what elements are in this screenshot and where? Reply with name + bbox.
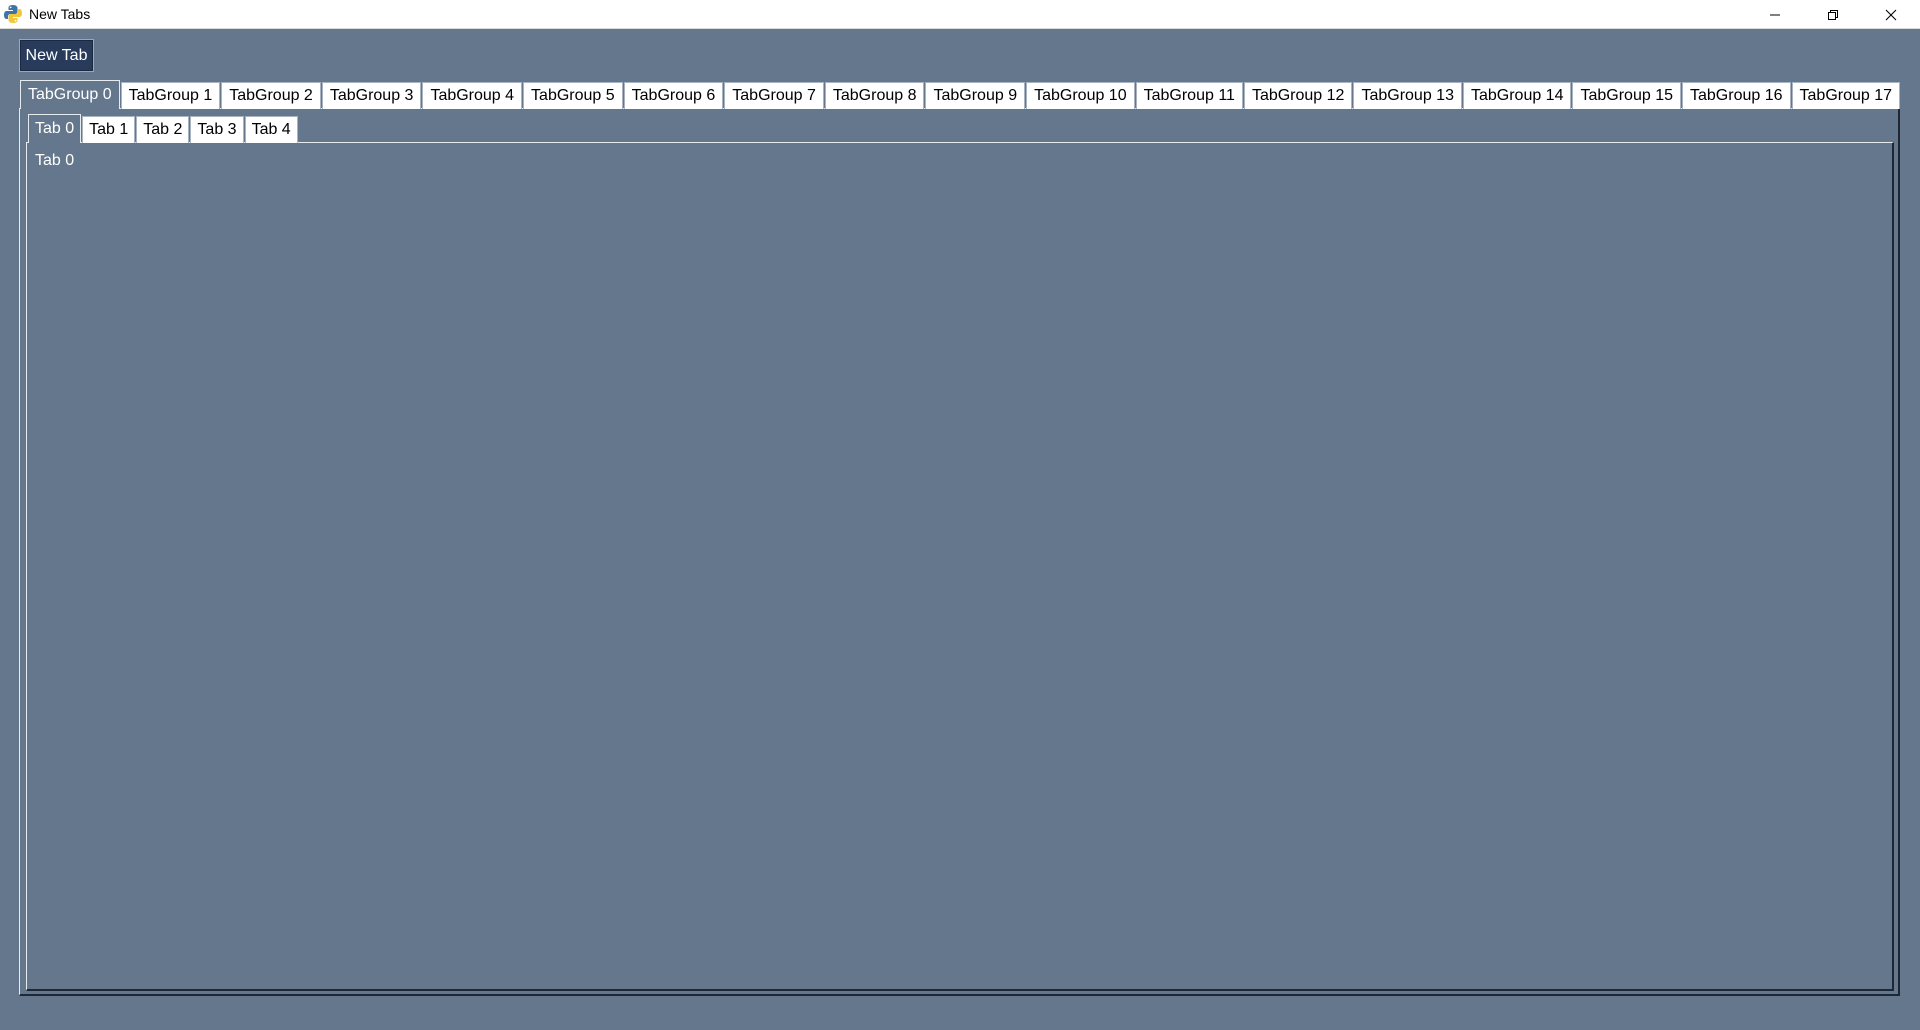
tab-1[interactable]: Tab 1 [82,116,136,143]
tab-group-12[interactable]: TabGroup 12 [1243,82,1353,109]
tab-group-3[interactable]: TabGroup 3 [321,82,422,109]
minimize-icon[interactable] [1746,0,1804,29]
tab-group-15[interactable]: TabGroup 15 [1572,82,1681,109]
tab-4[interactable]: Tab 4 [244,116,298,143]
title-bar: New Tabs [0,0,1920,29]
tab-group-10[interactable]: TabGroup 10 [1026,82,1135,109]
window-title: New Tabs [29,6,91,22]
window-controls [1746,0,1920,29]
tab-group-13[interactable]: TabGroup 13 [1353,82,1462,109]
tab-group-16[interactable]: TabGroup 16 [1682,82,1791,109]
tab-group-2[interactable]: TabGroup 2 [221,82,321,109]
tab-group-bar: TabGroup 0 TabGroup 1 TabGroup 2 TabGrou… [20,80,1901,109]
tab-content-text: Tab 0 [35,152,75,169]
restore-icon[interactable] [1804,0,1862,29]
tab-group-8[interactable]: TabGroup 8 [824,82,925,109]
tab-group-6[interactable]: TabGroup 6 [623,82,724,109]
python-icon [3,4,23,24]
tab-2[interactable]: Tab 2 [136,116,190,143]
tab-group-7[interactable]: TabGroup 7 [724,82,824,109]
tab-group-5[interactable]: TabGroup 5 [523,82,623,109]
tab-group-4[interactable]: TabGroup 4 [422,82,523,109]
tab-group-14[interactable]: TabGroup 14 [1462,82,1572,109]
tab-group-17[interactable]: TabGroup 17 [1791,82,1901,109]
tab-panel [26,142,1894,991]
tab-group-1[interactable]: TabGroup 1 [120,82,221,109]
tab-group-9[interactable]: TabGroup 9 [925,82,1026,109]
close-icon[interactable] [1862,0,1920,29]
tab-bar: Tab 0 Tab 1 Tab 2 Tab 3 Tab 4 [28,114,299,143]
new-tab-button[interactable]: New Tab [19,39,94,72]
tab-group-11[interactable]: TabGroup 11 [1135,82,1243,109]
tab-0[interactable]: Tab 0 [28,114,82,143]
tab-group-0[interactable]: TabGroup 0 [20,80,120,109]
tab-3[interactable]: Tab 3 [190,116,244,143]
